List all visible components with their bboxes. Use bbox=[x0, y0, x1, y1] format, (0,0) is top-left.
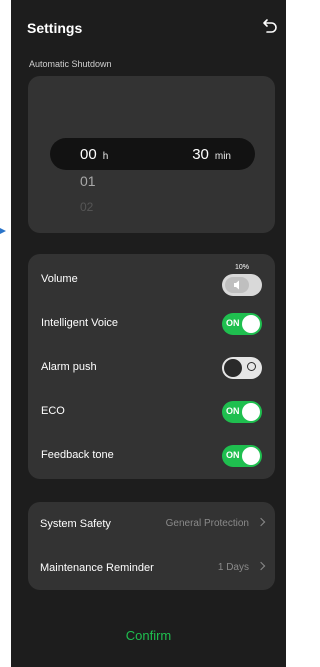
intelligent-voice-label: Intelligent Voice bbox=[41, 317, 119, 329]
hours-unit: h bbox=[102, 151, 109, 162]
timer-selected-row[interactable]: 00 h 30 min bbox=[50, 138, 255, 170]
chevron-right-icon bbox=[256, 561, 266, 571]
system-card: System Safety General Protection Mainten… bbox=[28, 502, 275, 590]
toggle-knob bbox=[242, 315, 260, 333]
toggle-on-text: ON bbox=[226, 406, 240, 416]
hours-display: 00 h bbox=[80, 146, 108, 163]
toggle-knob bbox=[224, 359, 242, 377]
settings-card: Volume 10% Intelligent Voice ON Alarm pu… bbox=[28, 254, 275, 479]
hours-value: 00 bbox=[80, 146, 97, 163]
speaker-icon bbox=[234, 280, 239, 290]
hours-option-next[interactable]: 01 bbox=[80, 173, 96, 189]
volume-slider[interactable] bbox=[222, 274, 262, 296]
toggle-on-text: ON bbox=[226, 318, 240, 328]
intelligent-voice-toggle[interactable]: ON bbox=[222, 313, 262, 335]
intelligent-voice-row: Intelligent Voice ON bbox=[28, 302, 275, 346]
toggle-knob bbox=[242, 403, 260, 421]
auto-shutdown-label: Automatic Shutdown bbox=[29, 59, 112, 69]
alarm-push-row: Alarm push bbox=[28, 346, 275, 390]
eco-label: ECO bbox=[41, 405, 65, 417]
volume-slider-thumb[interactable] bbox=[225, 277, 249, 293]
minutes-unit: min bbox=[214, 151, 231, 162]
feedback-tone-row: Feedback tone ON bbox=[28, 434, 275, 478]
page-title: Settings bbox=[27, 20, 83, 36]
side-pointer-icon bbox=[0, 228, 6, 234]
hours-option-next-2[interactable]: 02 bbox=[80, 200, 93, 214]
toggle-off-indicator-icon bbox=[247, 362, 256, 371]
system-safety-row[interactable]: System Safety General Protection bbox=[28, 502, 275, 546]
toggle-on-text: ON bbox=[226, 450, 240, 460]
feedback-tone-label: Feedback tone bbox=[41, 449, 114, 461]
eco-row: ECO ON bbox=[28, 390, 275, 434]
back-arrow-icon[interactable] bbox=[262, 18, 278, 34]
shutdown-timer-picker[interactable]: 00 h 30 min 01 02 bbox=[28, 76, 275, 233]
settings-screen: Settings Automatic Shutdown 00 h 30 min 01… bbox=[11, 0, 286, 667]
volume-label: Volume bbox=[41, 273, 78, 285]
chevron-right-icon bbox=[256, 517, 266, 527]
alarm-push-toggle[interactable] bbox=[222, 357, 262, 379]
maintenance-reminder-value: 1 Days bbox=[217, 562, 249, 573]
feedback-tone-toggle[interactable]: ON bbox=[222, 445, 262, 467]
volume-row: Volume 10% bbox=[28, 258, 275, 302]
volume-percent: 10% bbox=[235, 264, 250, 271]
maintenance-reminder-row[interactable]: Maintenance Reminder 1 Days bbox=[28, 546, 275, 590]
confirm-button[interactable]: Confirm bbox=[11, 628, 286, 643]
maintenance-reminder-label: Maintenance Reminder bbox=[40, 562, 154, 574]
alarm-push-label: Alarm push bbox=[41, 361, 97, 373]
minutes-display: 30 min bbox=[192, 146, 231, 163]
system-safety-value: General Protection bbox=[165, 518, 249, 529]
system-safety-label: System Safety bbox=[40, 518, 111, 530]
eco-toggle[interactable]: ON bbox=[222, 401, 262, 423]
toggle-knob bbox=[242, 447, 260, 465]
minutes-value: 30 bbox=[192, 146, 209, 163]
